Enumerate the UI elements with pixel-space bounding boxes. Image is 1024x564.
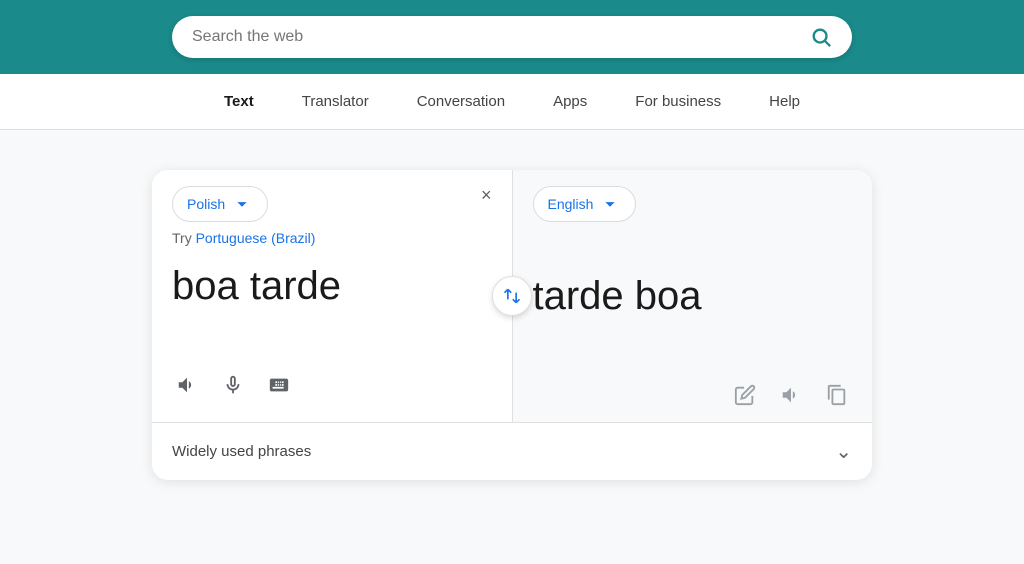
copy-button[interactable] (822, 380, 852, 410)
swap-icon (502, 286, 522, 306)
nav-item-translator[interactable]: Translator (294, 89, 377, 114)
nav-item-conversation[interactable]: Conversation (409, 89, 513, 114)
suggestion-prefix: Try (172, 230, 196, 246)
suggestion-row: Try Portuguese (Brazil) (172, 230, 492, 246)
dropdown-icon (231, 193, 253, 215)
copy-icon (826, 384, 848, 406)
target-dropdown-icon (599, 193, 621, 215)
main-content: Polish Try Portuguese (Brazil) × boa tar… (0, 130, 1024, 520)
source-language-selector[interactable]: Polish (172, 186, 268, 222)
translation-panels: Polish Try Portuguese (Brazil) × boa tar… (152, 170, 872, 422)
microphone-icon (222, 374, 244, 396)
chevron-down-icon: ⌄ (835, 439, 852, 464)
clear-button[interactable]: × (481, 186, 492, 204)
header (0, 0, 1024, 74)
speaker-target-icon (780, 384, 802, 406)
target-panel: English tarde boa (513, 170, 873, 422)
source-actions (172, 362, 492, 400)
nav-item-for-business[interactable]: For business (627, 89, 729, 114)
microphone-button[interactable] (218, 370, 248, 400)
keyboard-button[interactable] (264, 370, 294, 400)
nav-item-text[interactable]: Text (216, 89, 262, 114)
target-actions (533, 372, 853, 410)
search-bar (172, 16, 852, 58)
keyboard-icon (268, 374, 290, 396)
target-text: tarde boa (533, 272, 853, 352)
listen-target-button[interactable] (776, 380, 806, 410)
listen-button[interactable] (172, 370, 202, 400)
navigation: Text Translator Conversation Apps For bu… (0, 74, 1024, 130)
swap-languages-button[interactable] (492, 276, 532, 316)
phrases-row[interactable]: Widely used phrases ⌄ (152, 422, 872, 480)
edit-button[interactable] (730, 380, 760, 410)
target-language-label: English (548, 196, 594, 212)
translator-card: Polish Try Portuguese (Brazil) × boa tar… (152, 170, 872, 480)
search-input[interactable] (192, 28, 810, 46)
target-language-selector[interactable]: English (533, 186, 637, 222)
source-language-label: Polish (187, 196, 225, 212)
source-panel: Polish Try Portuguese (Brazil) × boa tar… (152, 170, 512, 422)
search-button[interactable] (810, 26, 832, 48)
edit-icon (734, 384, 756, 406)
speaker-icon (176, 374, 198, 396)
nav-item-help[interactable]: Help (761, 89, 808, 114)
source-text: boa tarde (172, 262, 492, 342)
suggestion-link[interactable]: Portuguese (Brazil) (196, 230, 316, 246)
nav-item-apps[interactable]: Apps (545, 89, 595, 114)
phrases-label: Widely used phrases (172, 443, 311, 460)
search-icon (810, 26, 832, 48)
